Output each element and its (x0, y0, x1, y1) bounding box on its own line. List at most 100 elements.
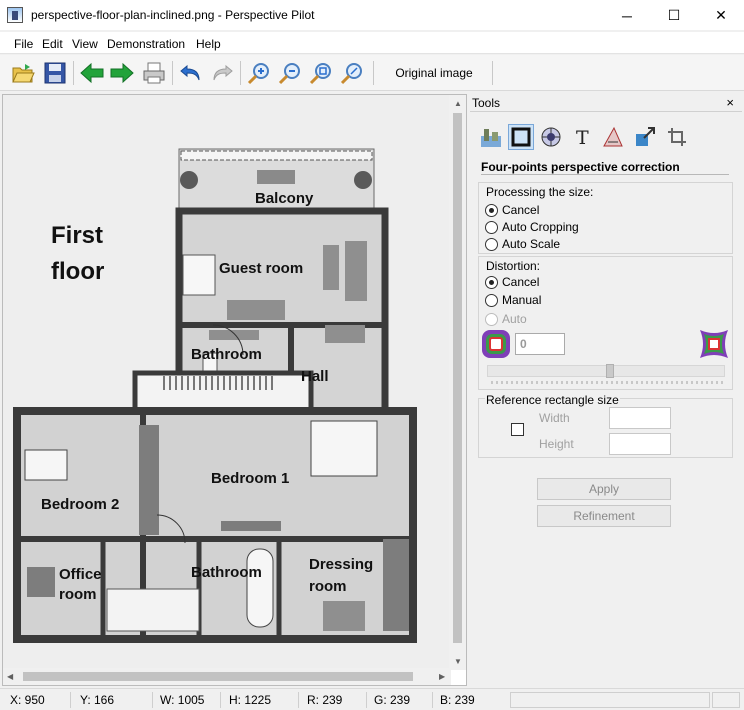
scroll-down-icon[interactable]: ▼ (454, 657, 462, 666)
floor-plan-image: First floor Balcony Guest room Bathroom … (3, 95, 451, 670)
distortion-value-input[interactable]: 0 (515, 333, 565, 355)
distortion-manual-radio[interactable] (485, 293, 498, 307)
sphere-icon[interactable] (538, 124, 564, 150)
refinement-button[interactable]: Refinement (537, 505, 671, 527)
room-label-guest-room: Guest room (219, 260, 303, 277)
close-button[interactable]: ✕ (698, 0, 744, 31)
processing-auto-scale-radio[interactable] (485, 237, 498, 251)
height-label: Height (539, 437, 574, 451)
vertical-scrollbar[interactable]: ▲ ▼ (449, 95, 466, 670)
room-label-balcony: Balcony (255, 190, 314, 207)
reference-rectangle-group: Reference rectangle size Width Height (478, 393, 733, 458)
floor-heading-line2: floor (51, 258, 104, 285)
status-bar: X: 950 Y: 166 W: 1005 H: 1225 R: 239 G: … (0, 688, 744, 710)
width-label: Width (539, 411, 570, 425)
menu-help[interactable]: Help (196, 37, 221, 51)
svg-text:T: T (576, 127, 589, 148)
status-r: R: 239 (307, 693, 343, 707)
room-label-bedroom2: Bedroom 2 (41, 496, 119, 513)
lower-block (13, 407, 417, 643)
processing-group: Processing the size: Cancel Auto Croppin… (478, 182, 733, 254)
status-w: W: 1005 (160, 693, 205, 707)
redo-icon[interactable] (208, 59, 236, 87)
tools-panel: Tools × T Four-points perspective correc… (470, 94, 742, 686)
processing-cancel-option[interactable]: Cancel (485, 203, 539, 217)
distortion-manual-label: Manual (502, 293, 542, 307)
status-y: Y: 166 (80, 693, 115, 707)
apply-button[interactable]: Apply (537, 478, 671, 500)
triangle-ruler-icon[interactable] (600, 124, 626, 150)
section-title: Four-points perspective correction (481, 160, 680, 174)
resize-icon[interactable] (632, 124, 658, 150)
processing-auto-cropping-label: Auto Cropping (502, 220, 579, 234)
room-label-hall: Hall (301, 368, 329, 385)
distortion-cancel-radio[interactable] (485, 275, 498, 289)
scroll-left-icon[interactable]: ◀ (7, 672, 13, 681)
menu-view[interactable]: View (72, 37, 98, 51)
processing-auto-cropping-radio[interactable] (485, 220, 498, 234)
horizontal-scroll-thumb[interactable] (23, 672, 413, 681)
status-progress-box (510, 692, 710, 708)
room-label-bathroom-bottom: Bathroom (191, 564, 262, 581)
status-extra-box (712, 692, 740, 708)
height-input[interactable] (609, 433, 671, 455)
processing-label: Processing the size: (485, 185, 595, 199)
room-label-dressing-line2: room (309, 578, 347, 595)
title-bar: perspective-floor-plan-inclined.png - Pe… (0, 0, 744, 31)
distortion-cancel-option[interactable]: Cancel (485, 275, 539, 289)
print-icon[interactable] (140, 59, 168, 87)
reference-label: Reference rectangle size (485, 393, 620, 407)
zoom-fit-icon[interactable] (307, 59, 335, 87)
processing-auto-scale-label: Auto Scale (502, 237, 561, 251)
processing-cancel-radio[interactable] (485, 203, 498, 217)
landscape-icon[interactable] (478, 124, 504, 150)
forward-arrow-icon[interactable] (108, 59, 136, 87)
processing-cancel-label: Cancel (502, 203, 540, 217)
app-icon (7, 7, 23, 23)
zoom-out-icon[interactable] (276, 59, 304, 87)
tools-close-icon[interactable]: × (726, 95, 734, 110)
original-image-button[interactable]: Original image (386, 59, 482, 87)
menu-file[interactable]: File (14, 37, 33, 51)
room-label-office-line1: Office (59, 566, 102, 583)
reference-rectangle-checkbox[interactable] (511, 423, 524, 436)
image-canvas[interactable]: First floor Balcony Guest room Bathroom … (2, 94, 467, 686)
toolbar: Original image (0, 55, 744, 91)
rectangle-correction-icon[interactable] (508, 124, 534, 150)
minimize-button[interactable]: ─ (604, 0, 650, 31)
distortion-auto-label: Auto (502, 312, 527, 326)
menu-edit[interactable]: Edit (42, 37, 63, 51)
scroll-right-icon[interactable]: ▶ (439, 672, 445, 681)
distortion-group: Distortion: Cancel Manual Auto 0 (478, 256, 733, 390)
room-label-bathroom-top: Bathroom (191, 346, 262, 363)
zoom-in-icon[interactable] (245, 59, 273, 87)
floor-heading-line1: First (51, 222, 103, 249)
open-folder-icon[interactable] (9, 59, 37, 87)
pincushion-distortion-icon[interactable] (699, 329, 729, 359)
room-label-dressing-line1: Dressing (309, 556, 373, 573)
barrel-distortion-icon[interactable] (481, 329, 511, 359)
menu-demonstration[interactable]: Demonstration (107, 37, 185, 51)
crop-icon[interactable] (664, 124, 690, 150)
window-title: perspective-floor-plan-inclined.png - Pe… (31, 8, 315, 22)
status-h: H: 1225 (229, 693, 272, 707)
back-arrow-icon[interactable] (78, 59, 106, 87)
distortion-auto-option: Auto (485, 312, 527, 326)
processing-auto-scale-option[interactable]: Auto Scale (485, 237, 560, 251)
undo-icon[interactable] (177, 59, 205, 87)
distortion-manual-option[interactable]: Manual (485, 293, 541, 307)
save-icon[interactable] (41, 59, 69, 87)
horizontal-scrollbar[interactable]: ◀ ▶ (3, 668, 451, 685)
processing-auto-cropping-option[interactable]: Auto Cropping (485, 220, 579, 234)
zoom-actual-icon[interactable] (338, 59, 366, 87)
distortion-auto-radio (485, 312, 498, 326)
tools-title: Tools (472, 96, 501, 110)
distortion-slider-thumb[interactable] (606, 364, 614, 378)
vertical-scroll-thumb[interactable] (453, 113, 462, 643)
room-label-bedroom1: Bedroom 1 (211, 470, 289, 487)
width-input[interactable] (609, 407, 671, 429)
maximize-button[interactable]: ☐ (651, 0, 697, 31)
text-icon[interactable]: T (570, 124, 596, 150)
status-b: B: 239 (440, 693, 475, 707)
scroll-up-icon[interactable]: ▲ (454, 99, 462, 108)
